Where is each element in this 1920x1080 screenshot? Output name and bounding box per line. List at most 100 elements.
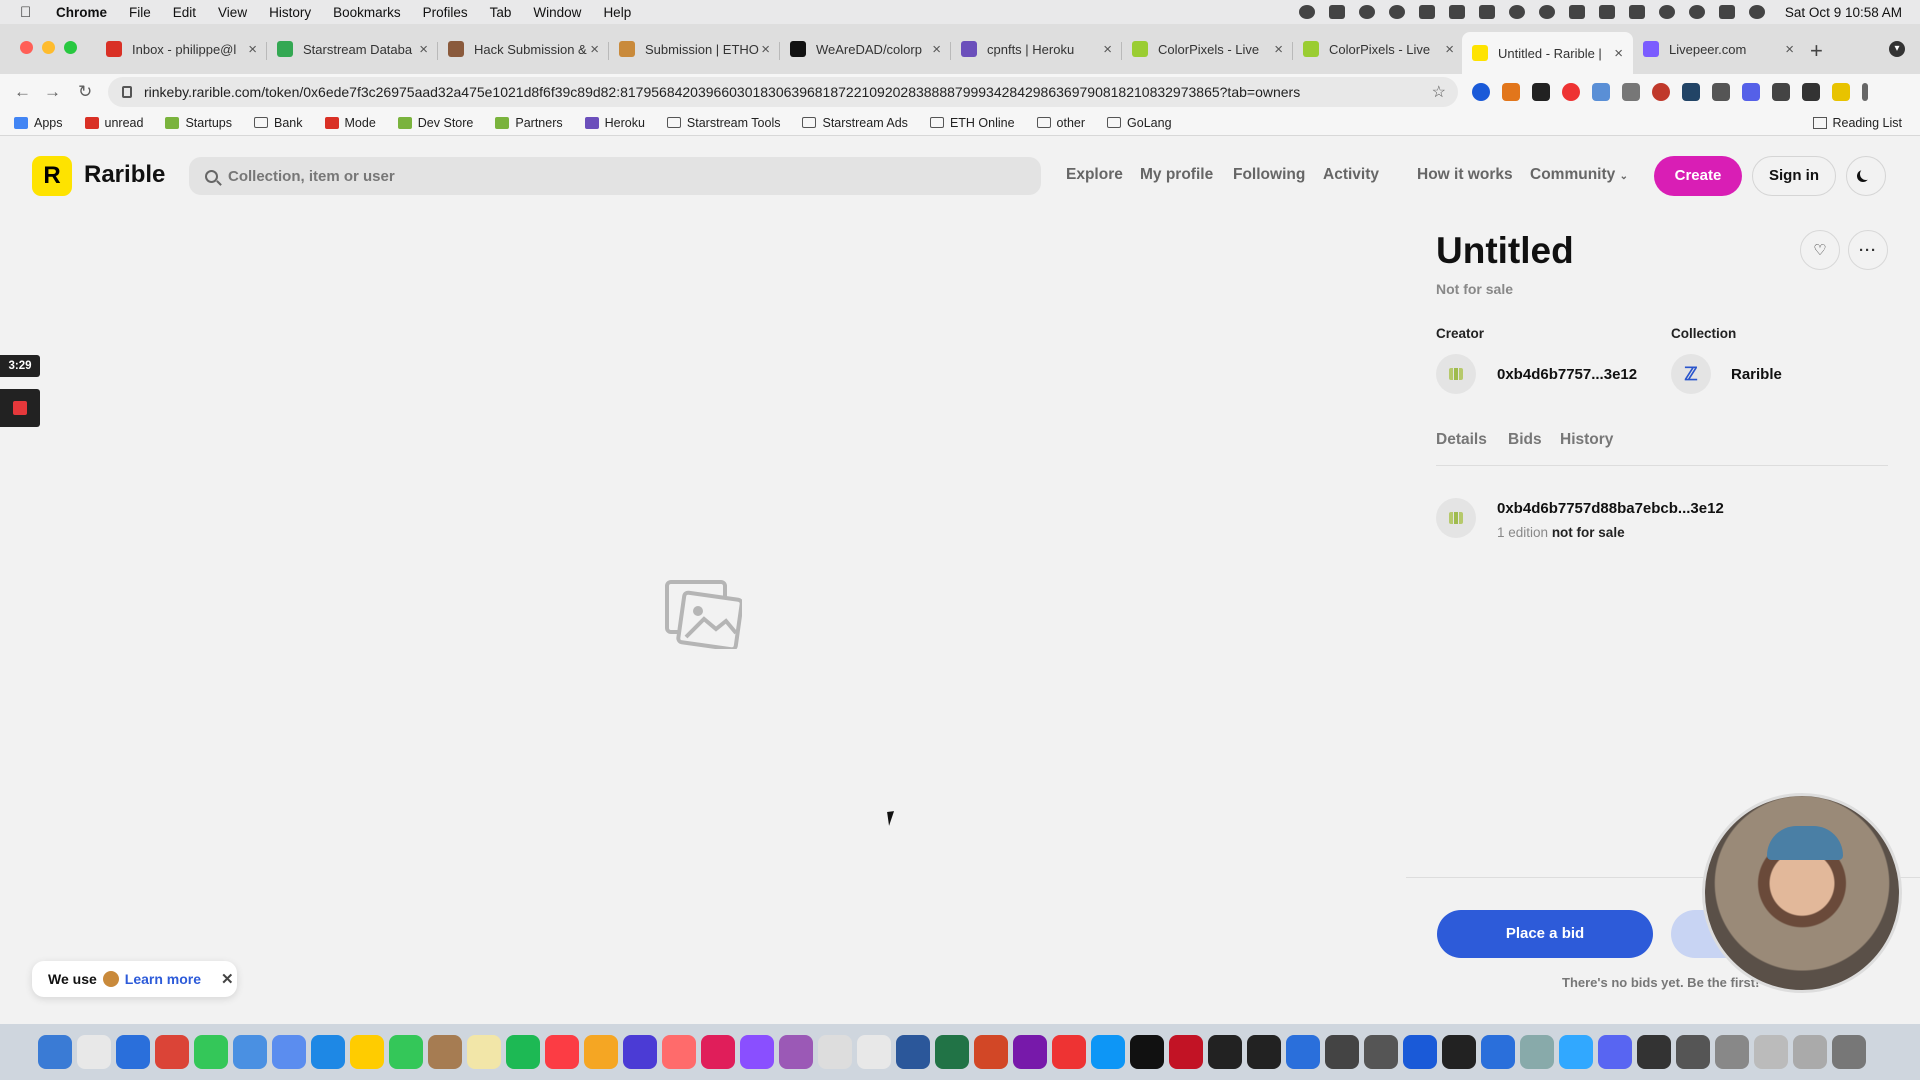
bookmark-item[interactable]: Starstream Ads (802, 116, 908, 130)
gear-extension-icon[interactable] (1742, 83, 1760, 101)
browser-tab[interactable]: cpnfts | Heroku × (951, 32, 1122, 66)
dock-app-icon[interactable] (194, 1035, 228, 1069)
adblock-extension-icon[interactable] (1562, 83, 1580, 101)
play-icon[interactable] (1538, 5, 1555, 19)
dock-app-icon[interactable] (1130, 1035, 1164, 1069)
site-search[interactable] (189, 157, 1041, 195)
menu-view[interactable]: View (218, 5, 247, 20)
heart-icon[interactable]: ♡ (1800, 230, 1840, 270)
film-extension-icon[interactable] (1682, 83, 1700, 101)
bookmark-item[interactable]: ETH Online (929, 116, 1015, 130)
bookmark-item[interactable]: Partners (495, 116, 563, 130)
dropbox-icon[interactable] (1328, 5, 1345, 19)
nav-my-profile[interactable]: My profile (1140, 166, 1213, 184)
bookmark-item[interactable]: Starstream Tools (666, 116, 780, 130)
dock-app-icon[interactable] (389, 1035, 423, 1069)
tab-close-icon[interactable]: × (248, 41, 257, 58)
dock-app-icon[interactable] (311, 1035, 345, 1069)
tab-search-button[interactable]: ▾ (1889, 41, 1905, 57)
menu-tab[interactable]: Tab (490, 5, 512, 20)
dock-app-icon[interactable] (77, 1035, 111, 1069)
collection-avatar[interactable]: ℤ (1671, 354, 1711, 394)
dock-app-icon[interactable] (1754, 1035, 1788, 1069)
tab-close-icon[interactable]: × (932, 41, 941, 58)
dock-app-icon[interactable] (1598, 1035, 1632, 1069)
menu-help[interactable]: Help (603, 5, 631, 20)
dock-app-icon[interactable] (350, 1035, 384, 1069)
nav-community[interactable]: Community ⌄ (1530, 166, 1628, 184)
theme-toggle-moon-icon[interactable] (1846, 156, 1886, 196)
url-text[interactable]: rinkeby.rarible.com/token/0x6ede7f3c2697… (144, 84, 1424, 100)
browser-tab[interactable]: Hack Submission & × (438, 32, 609, 66)
tab-bids[interactable]: Bids (1508, 431, 1542, 449)
browser-tab[interactable]: Inbox - philippe@l × (96, 32, 267, 66)
zoom-window-button[interactable] (64, 41, 77, 54)
menu-app-chrome[interactable]: Chrome (56, 5, 107, 20)
dock-app-icon[interactable] (662, 1035, 696, 1069)
dock-app-icon[interactable] (1286, 1035, 1320, 1069)
dock-app-icon[interactable] (1520, 1035, 1554, 1069)
browser-tab[interactable]: Starstream Databa × (267, 32, 438, 66)
control-center-icon[interactable] (1718, 5, 1735, 19)
docker-icon[interactable] (1448, 5, 1465, 19)
nav-activity[interactable]: Activity (1323, 166, 1379, 184)
pencil-extension-icon[interactable] (1832, 83, 1850, 101)
bookmark-item[interactable]: Startups (165, 116, 232, 130)
dock-app-icon[interactable] (467, 1035, 501, 1069)
nav-how-it-works[interactable]: How it works (1417, 166, 1513, 184)
dock-app-icon[interactable] (974, 1035, 1008, 1069)
media-control-icon[interactable] (1802, 83, 1820, 101)
menu-window[interactable]: Window (533, 5, 581, 20)
learn-more-link[interactable]: Learn more (125, 971, 201, 987)
menu-bookmarks[interactable]: Bookmarks (333, 5, 401, 20)
dock-app-icon[interactable] (545, 1035, 579, 1069)
owner-avatar[interactable] (1436, 498, 1476, 538)
owner-address[interactable]: 0xb4d6b7757d88ba7ebcb...3e12 (1497, 500, 1724, 517)
address-bar[interactable]: rinkeby.rarible.com/token/0x6ede7f3c2697… (108, 77, 1458, 107)
dock-app-icon[interactable] (1052, 1035, 1086, 1069)
bookmark-item[interactable]: other (1036, 116, 1085, 130)
dock-app-icon[interactable] (623, 1035, 657, 1069)
reading-list-button[interactable]: Reading List (1812, 110, 1902, 136)
stop-recording-button[interactable] (0, 389, 40, 427)
close-window-button[interactable] (20, 41, 33, 54)
bluetooth-icon[interactable] (1598, 5, 1615, 19)
dock-app-icon[interactable] (1091, 1035, 1125, 1069)
dock-app-icon[interactable] (1325, 1035, 1359, 1069)
minimize-window-button[interactable] (42, 41, 55, 54)
loom-extension-icon[interactable] (1652, 83, 1670, 101)
search-input[interactable] (228, 167, 1008, 185)
dock-app-icon[interactable] (428, 1035, 462, 1069)
reload-icon[interactable]: ↻ (78, 82, 92, 102)
sign-in-button[interactable]: Sign in (1752, 156, 1836, 196)
forward-arrow-icon[interactable]: → (44, 82, 61, 102)
dock-app-icon[interactable] (1169, 1035, 1203, 1069)
tab-close-icon[interactable]: × (1103, 41, 1112, 58)
tab-close-icon[interactable]: × (590, 41, 599, 58)
dock-app-icon[interactable] (896, 1035, 930, 1069)
tab-details[interactable]: Details (1436, 431, 1487, 449)
dock-app-icon[interactable] (935, 1035, 969, 1069)
place-bid-button[interactable]: Place a bid (1437, 910, 1653, 958)
dock-app-icon[interactable] (272, 1035, 306, 1069)
dock-app-icon[interactable] (38, 1035, 72, 1069)
chrome-menu-icon[interactable] (1862, 83, 1868, 101)
dock-app-icon[interactable] (1247, 1035, 1281, 1069)
rarible-logo[interactable]: R (32, 156, 72, 196)
wifi-icon[interactable] (1658, 5, 1675, 19)
grid-icon[interactable] (1478, 5, 1495, 19)
collection-name[interactable]: Rarible (1731, 366, 1782, 383)
tab-close-icon[interactable]: × (419, 41, 428, 58)
metamask-extension-icon[interactable] (1502, 83, 1520, 101)
dock-app-icon[interactable] (701, 1035, 735, 1069)
back-arrow-icon[interactable]: ← (14, 82, 31, 102)
dock-app-icon[interactable] (1715, 1035, 1749, 1069)
browser-tab[interactable]: ColorPixels - Live × (1293, 32, 1464, 66)
dock-app-icon[interactable] (116, 1035, 150, 1069)
dock-app-icon[interactable] (1013, 1035, 1047, 1069)
nav-explore[interactable]: Explore (1066, 166, 1123, 184)
dock-app-icon[interactable] (233, 1035, 267, 1069)
siri-icon[interactable] (1748, 5, 1765, 19)
bookmark-item[interactable]: unread (84, 116, 143, 130)
bookmark-item[interactable]: Apps (14, 116, 63, 130)
